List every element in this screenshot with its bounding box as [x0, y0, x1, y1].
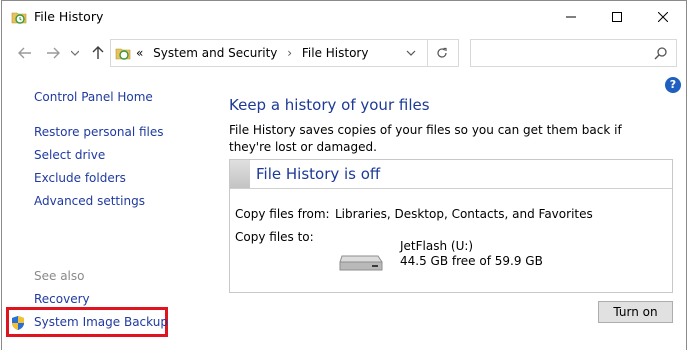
search-icon	[654, 47, 667, 60]
forward-button[interactable]	[44, 44, 62, 62]
status-title: File History is off	[256, 165, 381, 183]
exclude-folders-link[interactable]: Exclude folders	[34, 171, 126, 185]
maximize-icon	[612, 12, 622, 22]
see-also-label: See also	[34, 269, 85, 283]
copy-from-label: Copy files from:	[235, 207, 330, 221]
recent-locations-button[interactable]	[66, 44, 84, 62]
close-button[interactable]	[640, 1, 686, 33]
breadcrumb-system-and-security[interactable]: System and Security	[153, 46, 277, 60]
chevron-down-icon	[406, 50, 416, 56]
search-input[interactable]	[470, 39, 677, 67]
close-icon	[658, 12, 668, 22]
page-description: File History saves copies of your files …	[229, 123, 622, 154]
control-panel-home-link[interactable]: Control Panel Home	[34, 90, 153, 104]
back-arrow-icon	[18, 47, 31, 59]
up-arrow-icon	[92, 46, 104, 59]
back-button[interactable]	[16, 44, 34, 62]
drive-space: 44.5 GB free of 59.9 GB	[400, 254, 543, 268]
select-drive-link[interactable]: Select drive	[34, 148, 105, 162]
file-history-icon	[11, 12, 27, 24]
window-title: File History	[34, 9, 104, 24]
breadcrumb: « System and Security › File History	[136, 46, 368, 60]
refresh-icon	[437, 47, 447, 58]
uac-shield-icon	[12, 316, 24, 330]
maximize-button[interactable]	[594, 1, 640, 33]
turn-on-button[interactable]: Turn on	[598, 301, 673, 323]
status-indicator	[230, 160, 250, 188]
status-panel: File History is off Copy files from: Lib…	[229, 159, 673, 293]
chevron-down-icon	[71, 50, 79, 56]
copy-to-label: Copy files to:	[235, 230, 314, 244]
breadcrumb-overflow[interactable]: «	[136, 46, 143, 60]
drive-icon	[339, 255, 383, 271]
minimize-button[interactable]	[548, 1, 594, 33]
page-title: Keep a history of your files	[229, 96, 430, 114]
restore-personal-files-link[interactable]: Restore personal files	[34, 125, 164, 139]
refresh-button[interactable]	[433, 45, 451, 61]
up-button[interactable]	[89, 44, 107, 62]
address-divider	[427, 40, 428, 66]
breadcrumb-file-history[interactable]: File History	[302, 46, 369, 60]
address-bar[interactable]: « System and Security › File History	[110, 39, 459, 67]
recovery-link[interactable]: Recovery	[34, 292, 90, 306]
advanced-settings-link[interactable]: Advanced settings	[34, 194, 145, 208]
minimize-icon	[566, 16, 576, 18]
file-history-window: File History « System and Security › Fil…	[1, 0, 687, 350]
title-bar[interactable]: File History	[2, 1, 686, 33]
navigation-bar: « System and Security › File History	[2, 36, 686, 70]
address-dropdown-button[interactable]	[403, 45, 419, 61]
drive-name: JetFlash (U:)	[400, 239, 474, 253]
breadcrumb-separator[interactable]: ›	[287, 46, 292, 60]
system-image-backup-link[interactable]: System Image Backup	[34, 315, 168, 329]
control-panel-icon	[115, 48, 131, 60]
copy-from-value: Libraries, Desktop, Contacts, and Favori…	[335, 207, 593, 221]
status-header: File History is off	[230, 160, 672, 189]
help-icon[interactable]: ?	[665, 77, 681, 93]
forward-arrow-icon	[47, 47, 60, 59]
